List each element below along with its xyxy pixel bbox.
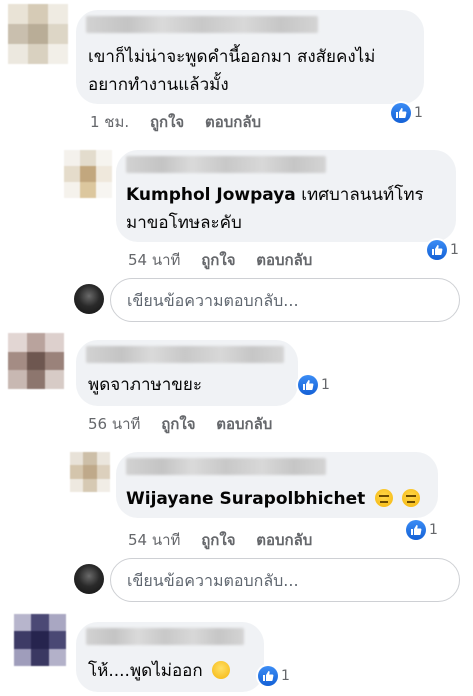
expressionless-face-icon bbox=[374, 489, 393, 507]
comment-text: เขาก็ไม่น่าจะพูดคำนี้ออกมา สงสัยคงไม่ bbox=[88, 47, 376, 67]
reply-link[interactable]: ตอบกลับ bbox=[216, 415, 272, 433]
reply-actions: 54 นาที ถูกใจ ตอบกลับ bbox=[128, 528, 328, 552]
reply-link[interactable]: ตอบกลับ bbox=[256, 531, 312, 549]
reply-link[interactable]: ตอบกลับ bbox=[256, 251, 312, 269]
reaction-count[interactable]: 1 bbox=[391, 102, 423, 124]
like-icon bbox=[391, 103, 411, 123]
replier-avatar[interactable] bbox=[70, 452, 110, 492]
comment-bubble: เขาก็ไม่น่าจะพูดคำนี้ออกมา สงสัยคงไม่ อย… bbox=[76, 10, 424, 104]
comment-bubble: โห้....พูดไม่ออก bbox=[76, 622, 264, 692]
reply-text: มาขอโทษละคับ bbox=[126, 213, 242, 233]
reply-time[interactable]: 54 นาที bbox=[128, 251, 180, 269]
comment-time[interactable]: 56 นาที bbox=[88, 415, 140, 433]
like-icon bbox=[406, 520, 426, 540]
like-link[interactable]: ถูกใจ bbox=[150, 113, 184, 131]
commenter-name-redacted[interactable] bbox=[86, 16, 318, 33]
reaction-count[interactable]: 1 bbox=[406, 519, 438, 541]
reply-input[interactable] bbox=[110, 278, 460, 322]
like-icon bbox=[427, 240, 447, 260]
reply-link[interactable]: ตอบกลับ bbox=[205, 113, 261, 131]
like-link[interactable]: ถูกใจ bbox=[161, 415, 195, 433]
comment-actions: 1 ชม. ถูกใจ ตอบกลับ bbox=[90, 110, 277, 134]
reply-input[interactable] bbox=[110, 558, 460, 602]
comment-text: โห้....พูดไม่ออก bbox=[88, 656, 231, 686]
reaction-count[interactable]: 1 bbox=[298, 374, 330, 396]
reply-time[interactable]: 54 นาที bbox=[128, 531, 180, 549]
mention-tag[interactable]: Kumphol Jowpaya bbox=[126, 185, 296, 205]
reply-text: Kumphol Jowpaya เทศบาลนนท์โทร bbox=[126, 185, 424, 205]
reaction-count[interactable]: 1 bbox=[258, 665, 290, 687]
like-icon bbox=[258, 666, 278, 686]
user-avatar bbox=[74, 284, 104, 314]
grinning-sweat-face-icon bbox=[212, 661, 231, 679]
commenter-name-redacted[interactable] bbox=[86, 346, 284, 363]
like-icon bbox=[298, 375, 318, 395]
commenter-avatar[interactable] bbox=[14, 614, 66, 666]
like-link[interactable]: ถูกใจ bbox=[201, 531, 235, 549]
user-avatar bbox=[74, 564, 104, 594]
comment-time[interactable]: 1 ชม. bbox=[90, 113, 129, 131]
commenter-avatar[interactable] bbox=[8, 4, 68, 64]
replier-avatar[interactable] bbox=[64, 150, 112, 198]
mention-tag[interactable]: Wijayane Surapolbhichet bbox=[126, 489, 365, 509]
reply-actions: 54 นาที ถูกใจ ตอบกลับ bbox=[128, 248, 328, 272]
reply-bubble: Kumphol Jowpaya เทศบาลนนท์โทร มาขอโทษละค… bbox=[116, 150, 456, 242]
comment-actions: 56 นาที ถูกใจ ตอบกลับ bbox=[88, 412, 288, 436]
replier-name-redacted[interactable] bbox=[126, 156, 326, 173]
reply-text: Wijayane Surapolbhichet bbox=[126, 484, 421, 514]
commenter-name-redacted[interactable] bbox=[86, 628, 244, 645]
reply-bubble: Wijayane Surapolbhichet bbox=[116, 452, 438, 518]
reaction-count[interactable]: 1 bbox=[427, 239, 459, 261]
replier-name-redacted[interactable] bbox=[126, 458, 326, 475]
comment-bubble: พูดจาภาษาขยะ bbox=[76, 340, 298, 406]
like-link[interactable]: ถูกใจ bbox=[201, 251, 235, 269]
expressionless-face-icon bbox=[402, 489, 421, 507]
comment-text: พูดจาภาษาขยะ bbox=[88, 375, 202, 395]
comment-text: อยากทำงานแล้วมั้ง bbox=[88, 75, 229, 95]
commenter-avatar[interactable] bbox=[8, 333, 64, 389]
